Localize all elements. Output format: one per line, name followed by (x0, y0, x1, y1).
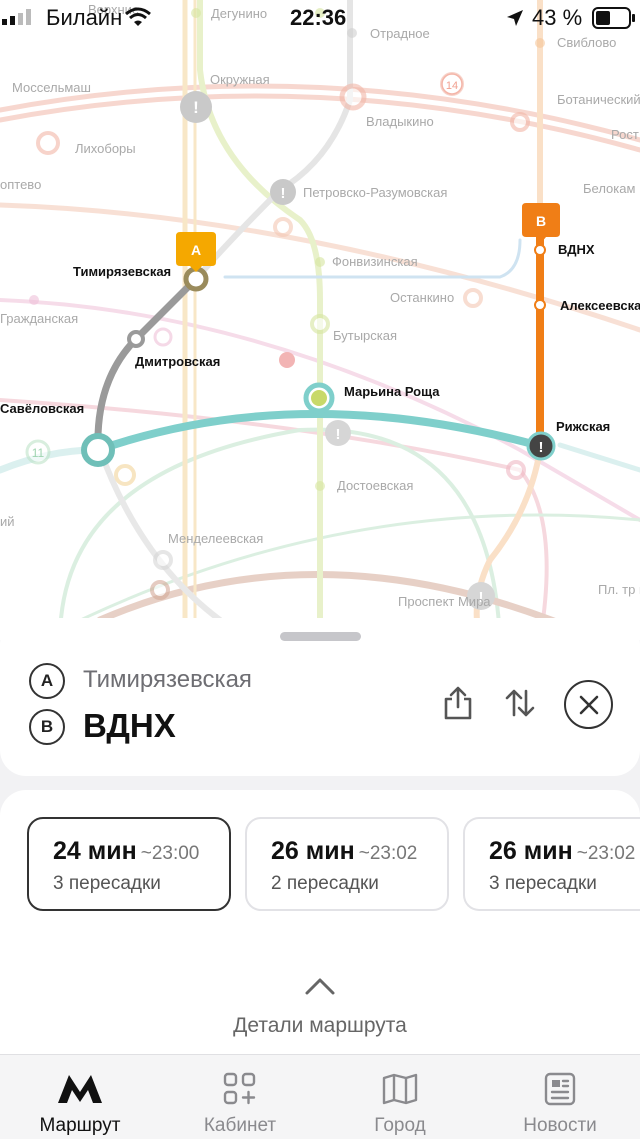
map-label-dmitrovskaya: Дмитровская (135, 354, 220, 369)
carrier-name: Билайн (46, 5, 123, 30)
tab-news-label: Новости (523, 1115, 597, 1136)
map-label-okruzhnaya: Окружная (210, 72, 270, 87)
share-button[interactable] (438, 683, 478, 723)
map-label-petrovsko: Петровско-Разумовская (303, 185, 447, 200)
metro-map[interactable]: ! ! ! ! 14 11 ! A B Верхние Дегунино Отр… (0, 0, 640, 640)
marker-b-label: B (536, 213, 546, 229)
battery-icon (592, 7, 635, 29)
map-label-vdnh: ВДНХ (558, 242, 595, 257)
tab-cabinet-label: Кабинет (203, 1115, 277, 1136)
map-label-mendeleevskaya: Менделеевская (168, 531, 263, 546)
close-route-button[interactable] (564, 680, 613, 729)
tab-city-label: Город (374, 1115, 426, 1136)
location-arrow-icon (507, 10, 523, 26)
metro-map-canvas: ! ! ! ! 14 11 ! A B Верхние Дегунино Отр… (0, 0, 640, 640)
map-label-likhobory: Лихоборы (75, 141, 136, 156)
line-11-badge: 11 (32, 446, 45, 460)
wifi-icon (125, 7, 151, 26)
map-label-sviblovo: Свиблово (557, 35, 616, 50)
chevron-up-icon[interactable] (304, 976, 336, 996)
map-label-vladykino: Владыкино (366, 114, 434, 129)
swap-button[interactable] (500, 683, 540, 723)
option-3-transfers: 3 пересадки (489, 873, 597, 894)
route-option-3[interactable]: 26 мин ~23:02 3 пересадки (463, 817, 640, 911)
map-label-grazhdanskaya: Гражданская (0, 311, 78, 326)
tab-city[interactable]: Город (320, 1055, 480, 1139)
map-label-prospekt-mira: Проспект Мира (398, 594, 491, 609)
line-14-badge: 14 (446, 80, 458, 92)
battery-percent: 43 % (532, 5, 583, 30)
map-label-butyrskaya: Бутырская (333, 328, 397, 343)
tab-news[interactable]: Новости (480, 1055, 640, 1139)
map-label-rost: Рост (611, 127, 639, 142)
map-label-pl-tr-vokzal: Пл. тр вокзал (598, 582, 640, 597)
from-station[interactable]: Тимирязевская (83, 666, 252, 694)
tab-cabinet[interactable]: Кабинет (160, 1055, 320, 1139)
sheet-grabber[interactable] (280, 632, 361, 641)
route-panel: A Тимирязевская B ВДНХ (0, 618, 640, 776)
svg-text:!: ! (193, 98, 199, 117)
to-badge: B (29, 709, 65, 745)
map-label-rizhskaya: Рижская (556, 419, 610, 434)
option-1-transfers: 3 пересадки (53, 873, 161, 894)
option-3-duration: 26 мин ~23:02 (489, 837, 635, 866)
map-label-ostankino: Останкино (390, 290, 454, 305)
end-marker-b[interactable]: B (522, 203, 560, 243)
option-1-arrival: ~23:00 (140, 843, 200, 864)
map-label-savelovskaya: Савёловская (0, 401, 84, 416)
metro-logo-icon (56, 1069, 104, 1109)
map-label-alekseevskaya: Алексеевская (560, 298, 640, 313)
map-label-botanicheskiy: Ботанический (557, 92, 640, 107)
svg-text:!: ! (281, 185, 286, 202)
route-options-panel: 24 мин ~23:00 3 пересадки 26 мин ~23:02 2 … (0, 790, 640, 1054)
from-badge: A (29, 663, 65, 699)
grid-plus-icon (216, 1069, 264, 1109)
signal-icon (2, 9, 31, 25)
option-2-arrival: ~23:02 (358, 843, 418, 864)
metro-app-screen: ! ! ! ! 14 11 ! A B Верхние Дегунино Отр… (0, 0, 640, 1139)
map-label-timiryazevskaya: Тимирязевская (73, 264, 171, 279)
map-label-dostoevskaya: Достоевская (337, 478, 413, 493)
tab-route-label: Маршрут (39, 1115, 121, 1136)
map-label-belokam: Белокам (583, 181, 635, 196)
status-bar: Билайн 22:36 43 % (0, 0, 640, 36)
route-option-2[interactable]: 26 мин ~23:02 2 пересадки (245, 817, 449, 911)
tab-route[interactable]: Маршрут (0, 1055, 160, 1139)
option-2-time: 26 мин (271, 837, 355, 865)
map-label-optevo: оптево (0, 177, 41, 192)
marker-a-label: A (191, 242, 201, 258)
option-2-duration: 26 мин ~23:02 (271, 837, 417, 866)
option-3-arrival: ~23:02 (576, 843, 636, 864)
map-label-marina-roshcha: Марьина Роща (344, 384, 440, 399)
route-option-1[interactable]: 24 мин ~23:00 3 пересадки (27, 817, 231, 911)
clock-time: 22:36 (290, 5, 347, 30)
map-label-iy: ий (0, 514, 15, 529)
tab-bar: Маршрут Кабинет Город Новости (0, 1054, 640, 1139)
news-icon (536, 1069, 584, 1109)
option-2-transfers: 2 пересадки (271, 873, 379, 894)
route-details-link[interactable]: Детали маршрута (0, 1014, 640, 1038)
svg-text:!: ! (336, 426, 341, 443)
close-icon (579, 695, 598, 714)
swap-icon (505, 689, 535, 717)
svg-text:!: ! (539, 439, 544, 456)
option-3-time: 26 мин (489, 837, 573, 865)
map-label-fonvizinskaya: Фонвизинская (332, 254, 418, 269)
map-label-mosselmash: Моссельмаш (12, 80, 91, 95)
share-icon (444, 686, 472, 720)
option-1-time: 24 мин (53, 837, 137, 865)
option-1-duration: 24 мин ~23:00 (53, 837, 199, 866)
start-marker-a[interactable]: A (176, 232, 216, 272)
map-book-icon (376, 1069, 424, 1109)
to-station[interactable]: ВДНХ (83, 707, 176, 745)
